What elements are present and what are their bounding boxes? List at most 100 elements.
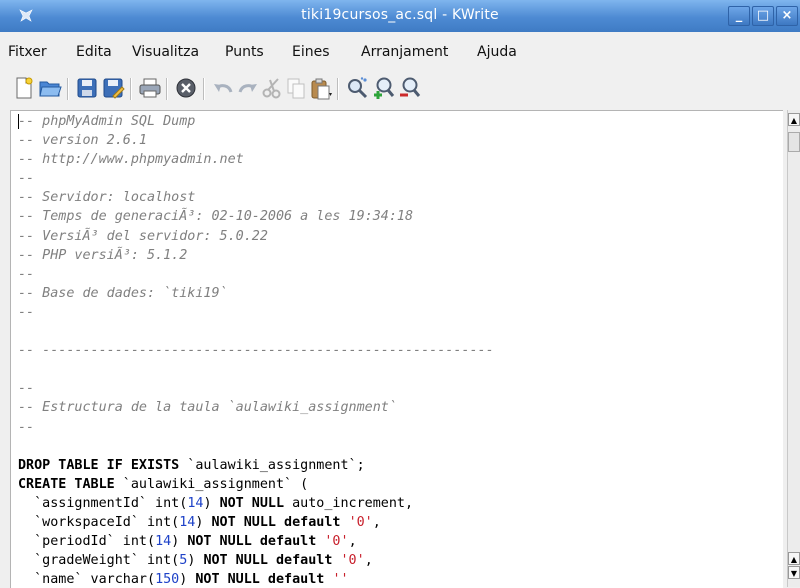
maximize-button[interactable]: □: [752, 6, 774, 26]
code-token: '0': [324, 534, 349, 550]
code-line[interactable]: -- Estructura de la taula `aulawiki_assi…: [18, 398, 494, 417]
close-document-icon[interactable]: [174, 76, 198, 100]
window-title: tiki19cursos_ac.sql - KWrite: [301, 7, 499, 23]
code-token: -- version 2.6.1: [18, 133, 147, 149]
code-token: NOT NULL: [219, 495, 285, 511]
code-line[interactable]: --: [18, 303, 494, 322]
code-token: `assignmentId` int(: [18, 495, 188, 511]
code-token: 14: [187, 495, 204, 511]
code-token: 14: [155, 534, 172, 550]
print-icon[interactable]: [138, 76, 162, 100]
code-token: ,: [364, 553, 373, 569]
menu-arranjament[interactable]: Arranjament: [361, 44, 448, 60]
code-line[interactable]: `periodId` int(14) NOT NULL default '0',: [18, 532, 494, 551]
code-token: `name` varchar(: [18, 572, 156, 588]
scroll-thumb[interactable]: [788, 132, 800, 152]
code-token: ): [203, 495, 220, 511]
code-token: -- phpMyAdmin SQL Dump: [18, 114, 196, 129]
code-line[interactable]: CREATE TABLE `aulawiki_assignment` (: [18, 475, 494, 494]
code-line[interactable]: --: [18, 418, 494, 437]
menu-punts[interactable]: Punts: [225, 44, 264, 60]
code-line[interactable]: -- Servidor: localhost: [18, 188, 494, 207]
code-token: `periodId` int(: [18, 534, 156, 550]
zoom-in-icon[interactable]: [372, 76, 396, 100]
new-document-icon[interactable]: [12, 76, 36, 100]
code-token: --: [18, 381, 43, 397]
code-token: '0': [348, 514, 373, 530]
code-token: -- Servidor: localhost: [18, 190, 196, 206]
code-token: DROP TABLE IF EXISTS: [18, 457, 180, 473]
zoom-out-icon[interactable]: [398, 76, 422, 100]
code-line[interactable]: -- version 2.6.1: [18, 131, 494, 150]
code-line[interactable]: --: [18, 169, 494, 188]
code-token: 14: [179, 514, 196, 530]
code-token: -- Base de dades: `tiki19`: [18, 285, 228, 301]
code-token: ): [171, 534, 188, 550]
toolbar-separator: [67, 78, 69, 100]
menu-bar: Fitxer Edita Visualitza Punts Eines Arra…: [0, 32, 800, 68]
text-editor[interactable]: -- phpMyAdmin SQL Dump -- version 2.6.1 --…: [10, 110, 783, 588]
code-token: NOT NULL default: [211, 514, 341, 530]
scroll-up-button-bottom[interactable]: ▲: [788, 552, 800, 565]
code-token: NOT NULL default: [195, 572, 325, 588]
code-lines: -- phpMyAdmin SQL Dump -- version 2.6.1 --…: [18, 112, 494, 588]
scroll-down-button[interactable]: ▼: [788, 566, 800, 579]
code-token: `aulawiki_assignment` (: [114, 476, 309, 492]
code-line[interactable]: `name` varchar(150) NOT NULL default '': [18, 570, 494, 588]
code-token: --: [18, 419, 43, 435]
menu-eines[interactable]: Eines: [292, 44, 330, 60]
copy-icon[interactable]: [284, 76, 308, 100]
code-token: ): [195, 514, 212, 530]
code-line[interactable]: -- PHP versiÃ³: 5.1.2: [18, 246, 494, 265]
code-line[interactable]: -- Temps de generaciÃ³: 02-10-2006 a les…: [18, 207, 494, 226]
code-token: ): [179, 572, 196, 588]
code-token: -- http://www.phpmyadmin.net: [18, 152, 244, 168]
code-line[interactable]: `gradeWeight` int(5) NOT NULL default '0…: [18, 551, 494, 570]
title-bar[interactable]: tiki19cursos_ac.sql - KWrite _ □ ×: [0, 0, 800, 32]
code-line[interactable]: `workspaceId` int(14) NOT NULL default '…: [18, 513, 494, 532]
scroll-up-button[interactable]: ▲: [788, 113, 800, 126]
code-line[interactable]: -- VersiÃ³ del servidor: 5.0.22: [18, 227, 494, 246]
redo-icon[interactable]: [236, 76, 260, 100]
toolbar-separator: [166, 78, 168, 100]
menu-ajuda[interactable]: Ajuda: [477, 44, 517, 60]
code-token: --: [18, 171, 43, 187]
code-line[interactable]: -- Base de dades: `tiki19`: [18, 284, 494, 303]
find-icon[interactable]: [345, 76, 369, 100]
close-button[interactable]: ×: [776, 6, 798, 26]
vertical-scrollbar[interactable]: ▲ ▲ ▼: [787, 110, 800, 587]
code-token: -- VersiÃ³ del servidor: 5.0.22: [18, 228, 268, 244]
code-token: -- PHP versiÃ³: 5.1.2: [18, 247, 188, 263]
cut-icon[interactable]: [260, 76, 284, 100]
code-line[interactable]: -- -------------------------------------…: [18, 341, 494, 360]
paste-icon[interactable]: [308, 76, 332, 100]
open-folder-icon[interactable]: [38, 76, 62, 100]
code-token: `gradeWeight` int(: [18, 553, 180, 569]
code-line[interactable]: -- http://www.phpmyadmin.net: [18, 150, 494, 169]
save-as-icon[interactable]: [101, 76, 125, 100]
menu-fitxer[interactable]: Fitxer: [8, 44, 47, 60]
code-token: NOT NULL default: [203, 553, 333, 569]
code-line[interactable]: [18, 437, 494, 456]
code-line[interactable]: --: [18, 379, 494, 398]
code-line[interactable]: `assignmentId` int(14) NOT NULL auto_inc…: [18, 494, 494, 513]
code-line[interactable]: [18, 360, 494, 379]
code-token: NOT NULL default: [187, 534, 317, 550]
code-token: -- Estructura de la taula `aulawiki_assi…: [18, 400, 397, 416]
code-token: '': [332, 572, 349, 588]
menu-edita[interactable]: Edita: [76, 44, 112, 60]
save-icon[interactable]: [75, 76, 99, 100]
toolbar-separator: [337, 78, 339, 100]
undo-icon[interactable]: [211, 76, 235, 100]
toolbar-separator: [203, 78, 205, 100]
minimize-button[interactable]: _: [728, 6, 750, 26]
code-line[interactable]: [18, 322, 494, 341]
code-line[interactable]: --: [18, 265, 494, 284]
menu-visualitza[interactable]: Visualitza: [132, 44, 199, 60]
code-token: `aulawiki_assignment`;: [179, 457, 365, 473]
code-line[interactable]: -- phpMyAdmin SQL Dump: [18, 112, 494, 131]
code-line[interactable]: DROP TABLE IF EXISTS `aulawiki_assignmen…: [18, 456, 494, 475]
code-token: -- Temps de generaciÃ³: 02-10-2006 a les…: [18, 209, 414, 225]
